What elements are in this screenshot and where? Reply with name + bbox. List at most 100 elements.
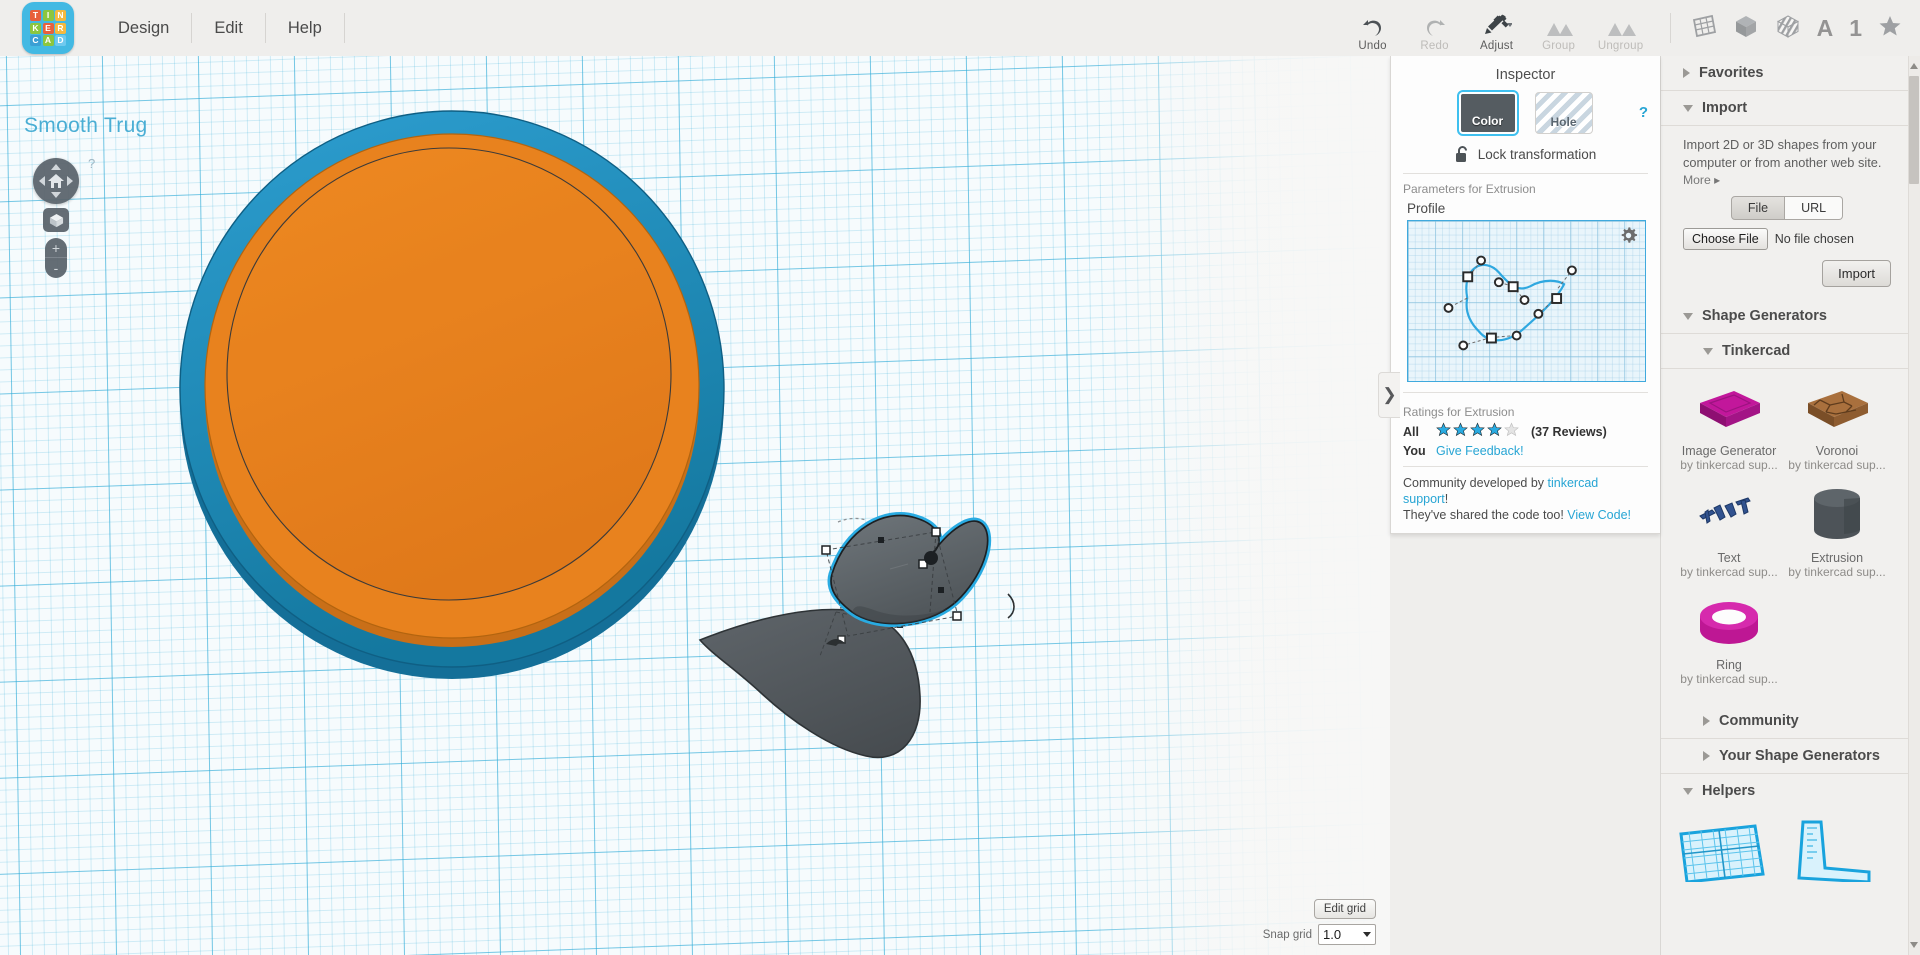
generator-name: Text — [1717, 551, 1741, 566]
star-empty-icon[interactable] — [1504, 422, 1519, 442]
chevron-down-icon — [1363, 932, 1371, 937]
import-url-tab[interactable]: URL — [1785, 196, 1844, 221]
star-rating[interactable] — [1436, 422, 1519, 442]
nav-help-icon[interactable]: ? — [88, 156, 95, 171]
logo-letter-c: C — [30, 35, 41, 46]
lock-transformation-toggle[interactable]: Lock transformation — [1391, 146, 1660, 163]
choose-file-button[interactable]: Choose File — [1683, 228, 1768, 251]
give-feedback-link[interactable]: Give Feedback! — [1436, 444, 1524, 458]
adjust-button-label: Adjust — [1479, 40, 1514, 52]
workplane-icon[interactable] — [1691, 13, 1717, 44]
rotate-right-arrow-icon[interactable] — [67, 176, 73, 186]
snap-grid-select[interactable]: 1.0 — [1318, 924, 1376, 945]
solid-cube-icon[interactable] — [1733, 13, 1759, 44]
unlocked-padlock-icon — [1455, 146, 1467, 162]
redo-button-label: Redo — [1420, 40, 1449, 52]
adjust-icon — [1482, 12, 1512, 38]
hole-swatch-button[interactable]: Hole — [1534, 92, 1593, 134]
view-navigation-widget: + - — [33, 158, 79, 278]
shapes-sidebar: Favorites Import Import 2D or 3D shapes … — [1660, 56, 1920, 955]
import-button[interactable]: Import — [1822, 260, 1891, 288]
main-menu: Design Edit Help — [96, 0, 345, 56]
shape-generator-image-generator[interactable]: Image Generator by tinkercad sup... — [1675, 379, 1783, 472]
adjust-button[interactable]: Adjust — [1468, 12, 1526, 52]
inspector-help-icon[interactable]: ? — [1639, 104, 1648, 121]
favorite-star-icon[interactable] — [1878, 14, 1902, 43]
fit-view-button[interactable] — [43, 208, 69, 232]
zoom-controls: + - — [45, 238, 67, 278]
undo-button[interactable]: Undo — [1344, 12, 1402, 52]
material-swatches: Color Hole ? — [1391, 90, 1660, 136]
section-favorites[interactable]: Favorites — [1661, 56, 1909, 91]
zoom-out-button[interactable]: - — [45, 258, 67, 278]
sidebar-scroll-thumb[interactable] — [1909, 76, 1919, 184]
generator-author: by tinkercad sup... — [1680, 565, 1778, 580]
snap-grid-label: Snap grid — [1262, 928, 1312, 941]
logo-letter-a: A — [42, 35, 54, 46]
snap-grid-row: Snap grid 1.0 — [1263, 924, 1376, 945]
inspector-panel: Inspector Color Hole ? Lock transformati… — [1390, 56, 1660, 534]
rotate-pad[interactable] — [33, 158, 79, 204]
section-your-shape-generators[interactable]: Your Shape Generators — [1661, 739, 1909, 775]
profile-curve[interactable] — [1408, 221, 1645, 381]
hole-swatch-label: Hole — [1550, 115, 1577, 129]
star-filled-icon[interactable] — [1436, 422, 1451, 442]
rotate-left-arrow-icon[interactable] — [39, 176, 45, 186]
chevron-down-icon — [1683, 787, 1693, 795]
plate-magenta-icon — [1675, 379, 1783, 441]
section-import[interactable]: Import — [1661, 91, 1909, 126]
import-more-link[interactable]: More ▸ — [1683, 173, 1891, 187]
home-view-icon[interactable] — [47, 172, 65, 190]
collapse-sidebar-tab[interactable]: ❯ — [1378, 372, 1400, 418]
scroll-up-arrow-icon[interactable] — [1909, 58, 1919, 74]
ruler-helper[interactable] — [1785, 820, 1877, 887]
color-swatch-button[interactable]: Color — [1456, 90, 1519, 136]
edit-grid-button[interactable]: Edit grid — [1313, 899, 1376, 919]
section-community[interactable]: Community — [1661, 704, 1909, 740]
community-post-text: ! — [1444, 492, 1449, 506]
redo-button: Redo — [1406, 12, 1464, 52]
snap-grid-value: 1.0 — [1323, 927, 1342, 942]
undo-button-label: Undo — [1358, 40, 1387, 52]
logo-letter-r: R — [55, 22, 66, 34]
text-blue-icon — [1675, 486, 1783, 548]
helpers-grid — [1661, 808, 1909, 887]
import-description: Import 2D or 3D shapes from your compute… — [1683, 137, 1882, 171]
tinkercad-logo[interactable]: TIN KER CAD — [22, 2, 74, 54]
scroll-down-arrow-icon[interactable] — [1909, 937, 1919, 953]
group-button-label: Group — [1542, 40, 1576, 52]
profile-settings-gear-icon[interactable] — [1620, 227, 1637, 244]
text-tool-icon[interactable]: A — [1817, 16, 1834, 40]
workplane-helper[interactable] — [1677, 820, 1769, 887]
zoom-in-button[interactable]: + — [45, 238, 67, 258]
logo-letter-e: E — [42, 22, 54, 34]
grid-controls: Edit grid Snap grid 1.0 — [1263, 899, 1376, 945]
view-code-link[interactable]: View Code! — [1567, 508, 1631, 522]
scene-objects[interactable] — [0, 56, 1390, 955]
section-shape-generators[interactable]: Shape Generators — [1661, 299, 1909, 335]
import-file-tab[interactable]: File — [1730, 196, 1786, 221]
shared-code-text: They've shared the code too! — [1403, 508, 1568, 522]
3d-viewport[interactable]: Smooth Trug + - ? Edit grid Snap grid 1.… — [0, 56, 1390, 955]
shape-generator-extrusion[interactable]: Extrusion by tinkercad sup... — [1783, 486, 1891, 579]
section-helpers[interactable]: Helpers — [1661, 774, 1909, 808]
rotate-down-arrow-icon[interactable] — [51, 192, 61, 198]
shape-generator-text[interactable]: Text by tinkercad sup... — [1675, 486, 1783, 579]
hole-cube-icon[interactable] — [1775, 13, 1801, 44]
menu-help[interactable]: Help — [266, 13, 345, 43]
star-filled-icon[interactable] — [1470, 422, 1485, 442]
section-tinkercad[interactable]: Tinkercad — [1661, 334, 1909, 370]
menu-edit[interactable]: Edit — [192, 13, 266, 43]
chevron-down-icon — [1703, 347, 1713, 355]
sidebar-scrollbar[interactable] — [1908, 56, 1920, 955]
menu-design[interactable]: Design — [96, 13, 193, 43]
profile-curve-editor[interactable] — [1407, 220, 1646, 382]
chevron-down-icon — [1683, 104, 1693, 112]
shape-generator-voronoi[interactable]: Voronoi by tinkercad sup... — [1783, 379, 1891, 472]
star-filled-icon[interactable] — [1487, 422, 1502, 442]
star-filled-icon[interactable] — [1453, 422, 1468, 442]
section-your-generators-label: Your Shape Generators — [1719, 748, 1880, 765]
ruler-tool-icon[interactable]: 1 — [1849, 16, 1862, 40]
shape-generator-ring[interactable]: Ring by tinkercad sup... — [1675, 593, 1783, 686]
rotate-up-arrow-icon[interactable] — [51, 164, 61, 170]
